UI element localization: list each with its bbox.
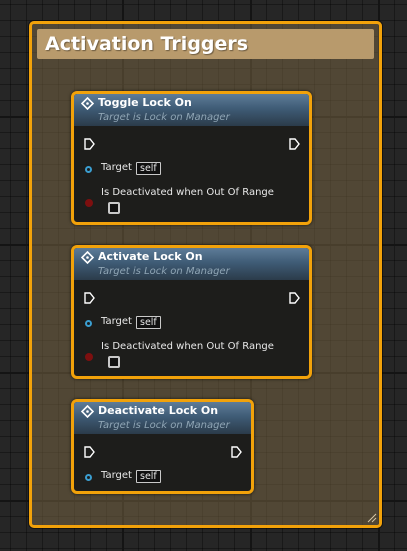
object-pin-icon[interactable] <box>85 166 92 173</box>
node-subtitle: Target is Lock on Manager <box>98 420 230 431</box>
exec-out-pin-icon[interactable] <box>231 446 242 458</box>
function-diamond-icon <box>81 97 94 110</box>
bool-pin-icon[interactable] <box>85 199 93 207</box>
resize-grip-icon[interactable] <box>365 511 377 523</box>
node-header[interactable]: Activate Lock On Target is Lock on Manag… <box>74 248 309 280</box>
object-pin-icon[interactable] <box>85 474 92 481</box>
target-self-field[interactable]: self <box>136 162 161 175</box>
is-deactivated-checkbox[interactable] <box>108 356 120 368</box>
exec-out-pin-icon[interactable] <box>289 138 300 150</box>
is-deactivated-label: Is Deactivated when Out Of Range <box>101 187 274 198</box>
node-subtitle: Target is Lock on Manager <box>98 112 230 123</box>
is-deactivated-label: Is Deactivated when Out Of Range <box>101 341 274 352</box>
comment-title: Activation Triggers <box>45 33 249 55</box>
node-title: Deactivate Lock On <box>98 404 219 417</box>
target-self-field[interactable]: self <box>136 470 161 483</box>
node-header[interactable]: Toggle Lock On Target is Lock on Manager <box>74 94 309 126</box>
node-title: Activate Lock On <box>98 250 203 263</box>
bool-pin-icon[interactable] <box>85 353 93 361</box>
exec-in-pin-icon[interactable] <box>84 446 95 458</box>
exec-in-pin-icon[interactable] <box>84 292 95 304</box>
node-title: Toggle Lock On <box>98 96 192 109</box>
target-label: Target <box>101 316 132 327</box>
is-deactivated-checkbox[interactable] <box>108 202 120 214</box>
function-diamond-icon <box>81 405 94 418</box>
function-diamond-icon <box>81 251 94 264</box>
target-label: Target <box>101 470 132 481</box>
node-subtitle: Target is Lock on Manager <box>98 266 230 277</box>
node-activate-lock-on[interactable]: Activate Lock On Target is Lock on Manag… <box>71 245 312 379</box>
exec-in-pin-icon[interactable] <box>84 138 95 150</box>
object-pin-icon[interactable] <box>85 320 92 327</box>
target-label: Target <box>101 162 132 173</box>
target-self-field[interactable]: self <box>136 316 161 329</box>
comment-header[interactable]: Activation Triggers <box>37 29 374 59</box>
node-header[interactable]: Deactivate Lock On Target is Lock on Man… <box>74 402 251 434</box>
exec-out-pin-icon[interactable] <box>289 292 300 304</box>
node-deactivate-lock-on[interactable]: Deactivate Lock On Target is Lock on Man… <box>71 399 254 494</box>
node-toggle-lock-on[interactable]: Toggle Lock On Target is Lock on Manager… <box>71 91 312 225</box>
